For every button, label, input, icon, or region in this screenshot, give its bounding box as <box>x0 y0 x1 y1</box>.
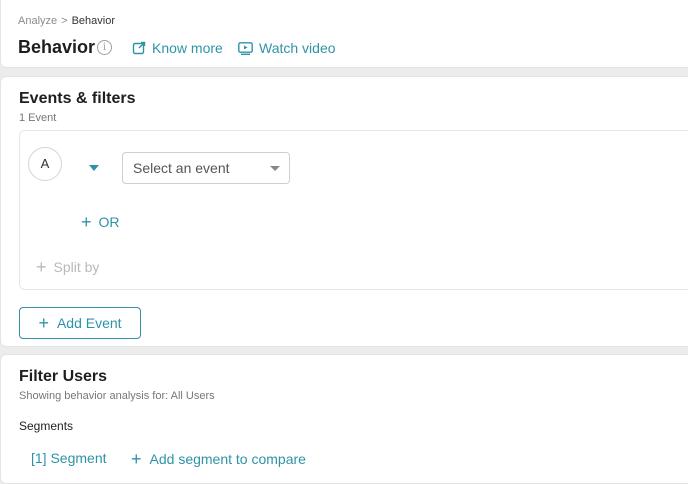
add-segment-button[interactable]: + Add segment to compare <box>131 449 306 469</box>
add-event-button[interactable]: + Add Event <box>19 307 141 339</box>
or-button[interactable]: + OR <box>81 212 120 232</box>
plus-icon: + <box>131 449 142 469</box>
split-by-button[interactable]: + Split by <box>36 257 100 277</box>
plus-icon: + <box>81 212 92 232</box>
page-title: Behavior <box>18 37 96 57</box>
external-link-icon <box>132 41 146 55</box>
segments-label: Segments <box>19 419 74 433</box>
chevron-down-icon[interactable] <box>89 165 99 171</box>
events-title: Events & filters <box>19 90 136 107</box>
filter-users-title: Filter Users <box>19 368 108 385</box>
filter-users-subtitle: Showing behavior analysis for: All Users <box>19 390 215 402</box>
watch-video-link[interactable]: Watch video <box>238 40 336 56</box>
plus-icon: + <box>36 257 47 277</box>
plus-icon: + <box>38 313 49 333</box>
breadcrumb-current: Behavior <box>71 15 115 27</box>
filter-users-card: Filter Users Showing behavior analysis f… <box>0 354 688 484</box>
know-more-label: Know more <box>152 40 223 56</box>
events-count: 1 Event <box>19 112 57 124</box>
breadcrumb-separator: > <box>61 15 68 27</box>
add-segment-label: Add segment to compare <box>149 451 306 467</box>
event-select-placeholder: Select an event <box>133 160 230 176</box>
watch-video-label: Watch video <box>259 40 336 56</box>
know-more-link[interactable]: Know more <box>132 40 223 56</box>
split-by-label: Split by <box>53 259 100 275</box>
event-badge: A <box>28 147 62 181</box>
event-row-panel: A Select an event + OR + Split by <box>19 130 688 290</box>
events-card: Events & filters 1 Event A Select an eve… <box>0 76 688 347</box>
breadcrumb: Analyze > Behavior <box>18 15 115 27</box>
breadcrumb-parent[interactable]: Analyze <box>18 15 57 27</box>
add-event-label: Add Event <box>56 315 122 331</box>
info-icon[interactable]: i <box>97 40 112 55</box>
event-select[interactable]: Select an event <box>122 152 290 184</box>
video-icon <box>238 41 253 55</box>
header-card: Analyze > Behavior Behavior i Know more Wa… <box>0 0 688 68</box>
or-label: OR <box>98 214 120 230</box>
segment-item[interactable]: [1] Segment <box>31 450 107 466</box>
dropdown-arrow-icon <box>270 166 280 171</box>
